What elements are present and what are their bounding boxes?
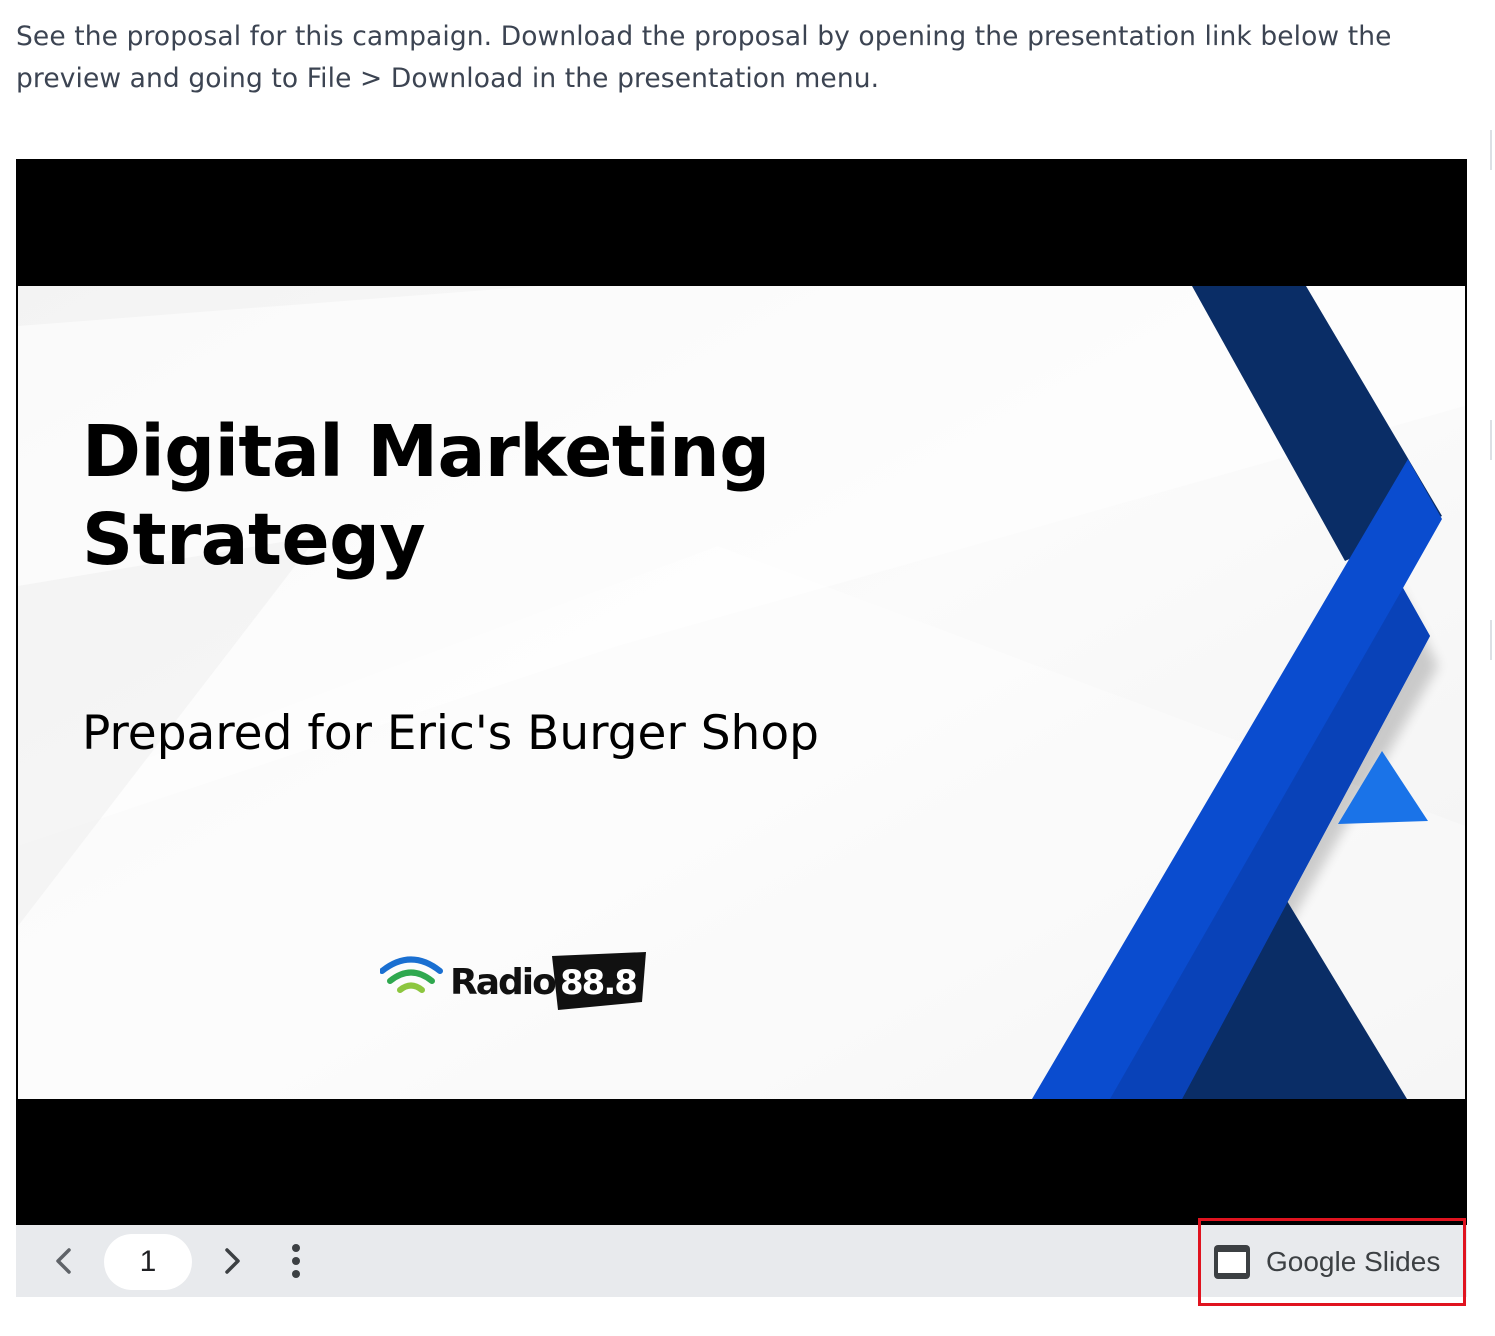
intro-text: See the proposal for this campaign. Down…: [16, 21, 1392, 94]
radio-waves-icon: [379, 956, 443, 993]
radio-logo: Radio 88.8: [379, 950, 650, 1012]
next-slide-button[interactable]: [214, 1243, 250, 1279]
scroll-edge-mark: [1490, 420, 1492, 460]
slide-title: Digital Marketing Strategy: [82, 410, 770, 581]
open-in-google-slides-link[interactable]: Google Slides: [1214, 1239, 1440, 1285]
scroll-edge-mark: [1490, 620, 1492, 660]
page-number-field[interactable]: 1: [104, 1234, 192, 1290]
logo-word: Radio: [450, 962, 556, 1003]
slides-embed: Digital Marketing Strategy Prepared for …: [16, 159, 1467, 1297]
logo-number: 88.8: [560, 963, 636, 1003]
slide-preview[interactable]: Digital Marketing Strategy Prepared for …: [18, 286, 1465, 1099]
slides-icon: [1214, 1245, 1250, 1279]
google-slides-label: Google Slides: [1266, 1246, 1441, 1277]
chevron-left-icon: [56, 1248, 71, 1274]
scroll-edge-mark: [1490, 130, 1492, 170]
slides-toolbar: 1 Google Slides: [16, 1225, 1467, 1297]
more-options-button[interactable]: [278, 1243, 314, 1279]
more-vert-icon: [292, 1244, 300, 1278]
chevron-right-icon: [225, 1248, 240, 1274]
slide-subtitle: Prepared for Eric's Burger Shop: [82, 706, 819, 761]
previous-slide-button[interactable]: [46, 1243, 82, 1279]
